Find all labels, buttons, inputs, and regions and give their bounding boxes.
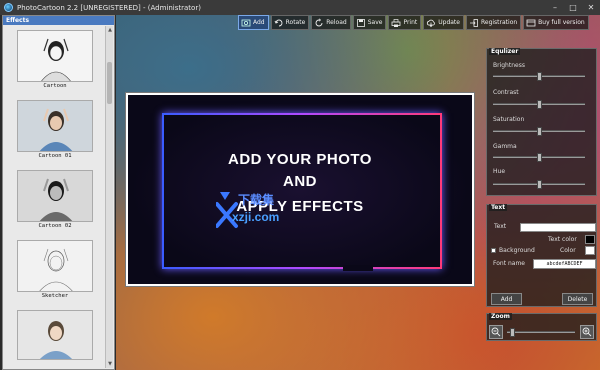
registration-label: Registration xyxy=(480,19,518,26)
slider-thumb[interactable] xyxy=(537,72,542,81)
effect-label: Cartoon 01 xyxy=(38,153,72,159)
text-panel: Text Text Text color Background Color Fo… xyxy=(486,204,597,307)
font-name-selector[interactable]: abcdefABCDEF xyxy=(533,259,596,269)
effect-label: Cartoon xyxy=(43,83,67,89)
cloud-download-icon xyxy=(427,19,436,27)
rotate-label: Rotate xyxy=(285,19,306,26)
hue-label: Hue xyxy=(493,168,506,175)
zoom-slider[interactable] xyxy=(507,328,575,337)
brightness-slider[interactable] xyxy=(493,72,585,81)
scrollbar-thumb[interactable] xyxy=(107,62,112,104)
update-label: Update xyxy=(438,19,460,26)
effect-thumb-cartoon-02[interactable] xyxy=(17,170,93,222)
maximize-button[interactable]: □ xyxy=(564,0,582,15)
sign-in-icon xyxy=(469,18,478,27)
gamma-label: Gamma xyxy=(493,143,517,150)
window-title: PhotoCartoon 2.2 [UNREGISTERED] - (Admin… xyxy=(17,3,201,12)
close-button[interactable]: ✕ xyxy=(582,0,600,15)
placeholder-line-1: ADD YOUR PHOTO xyxy=(228,151,372,168)
minimize-button[interactable]: – xyxy=(546,0,564,15)
zoom-out-button[interactable] xyxy=(489,325,503,339)
equalizer-panel: Equlizer Brightness Contrast Saturation … xyxy=(486,48,597,196)
buy-full-version-button[interactable]: Buy full version xyxy=(523,15,589,30)
saturation-label: Saturation xyxy=(493,116,525,123)
text-input[interactable] xyxy=(520,223,596,232)
app-icon xyxy=(4,3,13,12)
background-color-swatch[interactable] xyxy=(585,246,595,255)
toolbar: Add Rotate Reload Save Print Update Regi… xyxy=(238,15,589,30)
background-label: Background xyxy=(499,247,535,254)
zoom-in-icon xyxy=(582,327,592,337)
effect-thumb-sketcher[interactable] xyxy=(17,240,93,292)
brightness-label: Brightness xyxy=(493,62,525,69)
watermark-url: xzji.com xyxy=(232,210,280,224)
add-button[interactable]: Add xyxy=(238,15,269,30)
slider-thumb[interactable] xyxy=(537,127,542,136)
color-label: Color xyxy=(560,247,576,254)
scroll-down-arrow-icon[interactable]: ▼ xyxy=(106,360,114,368)
text-panel-title: Text xyxy=(489,204,508,211)
effects-scrollbar[interactable]: ▲ ▼ xyxy=(105,26,113,368)
text-color-label: Text color xyxy=(548,236,577,243)
effect-thumb[interactable] xyxy=(17,310,93,360)
buy-label: Buy full version xyxy=(538,19,585,26)
delete-text-button[interactable]: Delete xyxy=(562,293,593,305)
text-color-swatch[interactable] xyxy=(585,235,595,244)
watermark-text: 下载集 xyxy=(238,193,275,207)
reload-button[interactable]: Reload xyxy=(311,15,351,30)
zoom-in-button[interactable] xyxy=(580,325,594,339)
slider-thumb[interactable] xyxy=(537,180,542,189)
hue-slider[interactable] xyxy=(493,180,585,189)
update-button[interactable]: Update xyxy=(423,15,464,30)
save-button[interactable]: Save xyxy=(352,15,387,30)
neon-frame-gap xyxy=(343,265,373,271)
add-text-button[interactable]: Add xyxy=(491,293,522,305)
font-name-label: Font name xyxy=(493,260,525,267)
placeholder-line-2: AND xyxy=(283,173,317,190)
effects-list: Cartoon Cartoon 01 Cartoon 02 Sketcher xyxy=(3,26,107,369)
effects-panel: Effects Cartoon Cartoon 01 Cartoon 02 Sk… xyxy=(2,15,115,370)
background-checkbox[interactable] xyxy=(491,248,496,253)
saturation-slider[interactable] xyxy=(493,127,585,136)
reload-icon xyxy=(315,17,323,26)
contrast-label: Contrast xyxy=(493,89,519,96)
effect-thumb-cartoon[interactable] xyxy=(17,30,93,82)
rotate-button[interactable]: Rotate xyxy=(270,15,310,30)
contrast-slider[interactable] xyxy=(493,100,585,109)
gamma-slider[interactable] xyxy=(493,153,585,162)
print-button[interactable]: Print xyxy=(388,15,422,30)
print-label: Print xyxy=(403,19,418,26)
canvas-placeholder: ADD YOUR PHOTO AND APPLY EFFECTS 下载集 xzj… xyxy=(128,95,472,284)
zoom-panel: Zoom xyxy=(486,313,597,341)
effect-thumb-cartoon-01[interactable] xyxy=(17,100,93,152)
print-icon xyxy=(392,18,401,27)
save-label: Save xyxy=(367,19,383,26)
effect-label: Sketcher xyxy=(41,293,69,299)
save-icon xyxy=(356,18,365,27)
zoom-title: Zoom xyxy=(489,313,512,320)
title-bar: PhotoCartoon 2.2 [UNREGISTERED] - (Admin… xyxy=(0,0,600,15)
rotate-icon xyxy=(274,19,283,26)
scroll-up-arrow-icon[interactable]: ▲ xyxy=(106,26,114,34)
slider-thumb[interactable] xyxy=(510,328,515,337)
slider-thumb[interactable] xyxy=(537,153,542,162)
effect-label: Cartoon 02 xyxy=(38,223,72,229)
reload-label: Reload xyxy=(326,19,347,26)
registration-button[interactable]: Registration xyxy=(465,15,522,30)
text-label: Text xyxy=(494,223,507,230)
slider-thumb[interactable] xyxy=(537,100,542,109)
zoom-out-icon xyxy=(491,327,501,337)
add-photo-icon xyxy=(241,19,251,26)
equalizer-title: Equlizer xyxy=(489,48,521,55)
cart-icon xyxy=(526,19,536,26)
effects-header: Effects xyxy=(3,16,114,25)
add-label: Add xyxy=(253,19,265,26)
photo-canvas[interactable]: ADD YOUR PHOTO AND APPLY EFFECTS 下载集 xzj… xyxy=(125,92,475,287)
